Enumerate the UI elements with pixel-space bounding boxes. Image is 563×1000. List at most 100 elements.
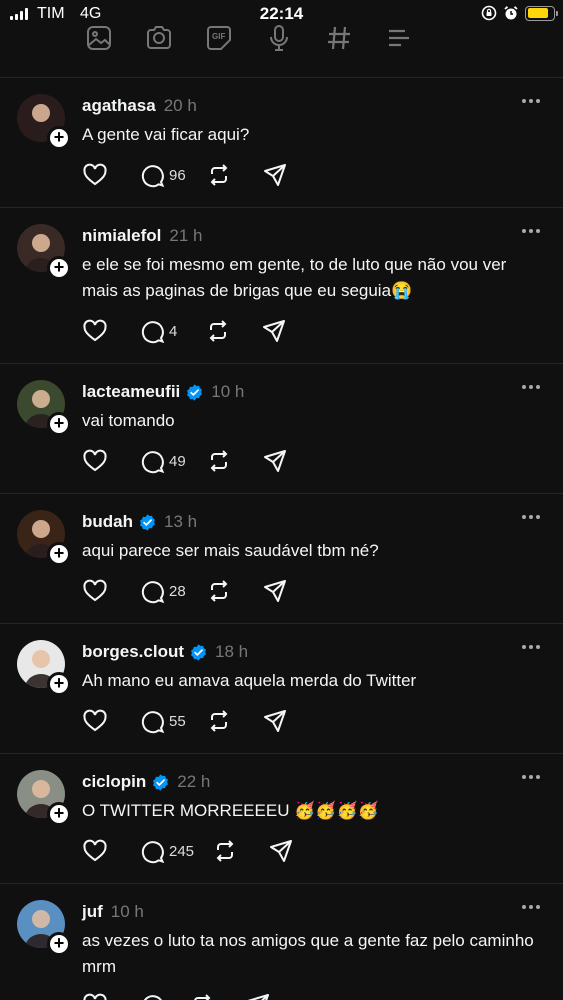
camera-icon[interactable]	[145, 24, 173, 52]
reply-count: 4	[169, 322, 178, 340]
image-icon[interactable]	[85, 24, 113, 52]
avatar[interactable]: +	[17, 510, 71, 566]
verified-badge-icon	[190, 643, 207, 661]
reply-count: 245	[169, 842, 195, 860]
status-time: 22:14	[259, 4, 304, 23]
thread-post[interactable]: + budah 13 h aqui parece ser mais saudáv…	[0, 494, 563, 624]
follow-plus-icon[interactable]: +	[47, 672, 71, 696]
reply-button[interactable]: 4	[139, 318, 177, 344]
composer-toolbar: GIF	[85, 24, 413, 52]
microphone-icon[interactable]	[265, 24, 293, 52]
follow-plus-icon[interactable]: +	[47, 932, 71, 956]
thread-post[interactable]: + borges.clout 18 h Ah mano eu amava aqu…	[0, 624, 563, 754]
post-time: 20 h	[163, 96, 197, 115]
username[interactable]: agathasa	[82, 96, 156, 116]
username[interactable]: ciclopin	[82, 772, 146, 792]
thread-post[interactable]: + agathasa 20 h A gente vai ficar aqui? …	[0, 78, 563, 208]
post-text: aqui parece ser mais saudável tbm né?	[82, 541, 379, 560]
reply-button[interactable]: 28	[139, 578, 186, 604]
more-options-icon[interactable]	[519, 380, 543, 394]
post-text: as vezes o luto ta nos amigos que a gent…	[82, 931, 534, 976]
reply-button[interactable]: 49	[139, 448, 186, 474]
repost-icon[interactable]	[189, 992, 215, 1000]
username[interactable]: lacteameufii	[82, 382, 180, 402]
avatar[interactable]: +	[17, 770, 71, 826]
share-icon[interactable]	[245, 992, 271, 1000]
thread-post[interactable]: + lacteameufii 10 h vai tomando 49	[0, 364, 563, 494]
like-icon[interactable]	[82, 992, 139, 1000]
username[interactable]: borges.clout	[82, 642, 184, 662]
reply-count: 49	[169, 452, 186, 470]
share-icon[interactable]	[262, 448, 288, 474]
share-icon[interactable]	[262, 708, 288, 734]
reply-button[interactable]: 55	[139, 708, 186, 734]
reply-button[interactable]	[139, 992, 169, 1000]
repost-icon[interactable]	[206, 162, 232, 188]
avatar[interactable]: +	[17, 94, 71, 150]
thread-post[interactable]: + juf 10 h as vezes o luto ta nos amigos…	[0, 884, 563, 1000]
verified-badge-icon	[139, 513, 156, 531]
share-icon[interactable]	[262, 578, 288, 604]
thread-post[interactable]: + ciclopin 22 h O TWITTER MORREEEEU 🥳🥳🥳🥳…	[0, 754, 563, 884]
like-icon[interactable]	[82, 708, 139, 734]
more-options-icon[interactable]	[519, 900, 543, 914]
post-text: O TWITTER MORREEEEU 🥳🥳🥳🥳	[82, 801, 379, 820]
avatar[interactable]: +	[17, 224, 71, 280]
list-icon[interactable]	[385, 24, 413, 52]
avatar[interactable]: +	[17, 900, 71, 956]
reply-button[interactable]: 96	[139, 162, 186, 188]
like-icon[interactable]	[82, 318, 139, 344]
share-icon[interactable]	[262, 162, 288, 188]
post-time: 18 h	[215, 642, 249, 661]
reply-count: 96	[169, 166, 186, 184]
more-options-icon[interactable]	[519, 224, 543, 238]
avatar[interactable]: +	[17, 640, 71, 696]
share-icon[interactable]	[261, 318, 287, 344]
more-options-icon[interactable]	[519, 510, 543, 524]
reply-count: 55	[169, 712, 186, 730]
follow-plus-icon[interactable]: +	[47, 802, 71, 826]
follow-plus-icon[interactable]: +	[47, 126, 71, 150]
post-text: A gente vai ficar aqui?	[82, 125, 250, 144]
username[interactable]: nimialefol	[82, 226, 161, 246]
more-options-icon[interactable]	[519, 640, 543, 654]
reply-button[interactable]: 245	[139, 838, 194, 864]
post-text: vai tomando	[82, 411, 175, 430]
share-icon[interactable]	[268, 838, 294, 864]
post-time: 10 h	[110, 902, 144, 921]
username[interactable]: juf	[82, 902, 103, 922]
hashtag-icon[interactable]	[325, 24, 353, 52]
username[interactable]: budah	[82, 512, 133, 532]
like-icon[interactable]	[82, 162, 139, 188]
more-options-icon[interactable]	[519, 770, 543, 784]
like-icon[interactable]	[82, 578, 139, 604]
post-time: 13 h	[164, 512, 198, 531]
repost-icon[interactable]	[206, 448, 232, 474]
reply-icon	[139, 992, 165, 1000]
battery-icon	[525, 5, 558, 21]
verified-badge-icon	[152, 773, 169, 791]
follow-plus-icon[interactable]: +	[47, 542, 71, 566]
repost-icon[interactable]	[212, 838, 238, 864]
reply-icon	[139, 448, 165, 474]
reply-icon	[139, 708, 165, 734]
reply-count: 28	[169, 582, 186, 600]
repost-icon[interactable]	[205, 318, 231, 344]
avatar[interactable]: +	[17, 380, 71, 436]
follow-plus-icon[interactable]: +	[47, 412, 71, 436]
gif-icon[interactable]: GIF	[205, 24, 233, 52]
repost-icon[interactable]	[206, 578, 232, 604]
alarm-icon	[503, 5, 519, 21]
verified-badge-icon	[186, 383, 203, 401]
orientation-lock-icon	[481, 5, 497, 21]
reply-icon	[139, 838, 165, 864]
reply-icon	[139, 318, 165, 344]
follow-plus-icon[interactable]: +	[47, 256, 71, 280]
thread-post[interactable]: + nimialefol 21 h e ele se foi mesmo em …	[0, 208, 563, 344]
more-options-icon[interactable]	[519, 94, 543, 108]
like-icon[interactable]	[82, 448, 139, 474]
like-icon[interactable]	[82, 838, 139, 864]
reply-icon	[139, 162, 165, 188]
repost-icon[interactable]	[206, 708, 232, 734]
post-text: e ele se foi mesmo em gente, to de luto …	[82, 255, 507, 300]
